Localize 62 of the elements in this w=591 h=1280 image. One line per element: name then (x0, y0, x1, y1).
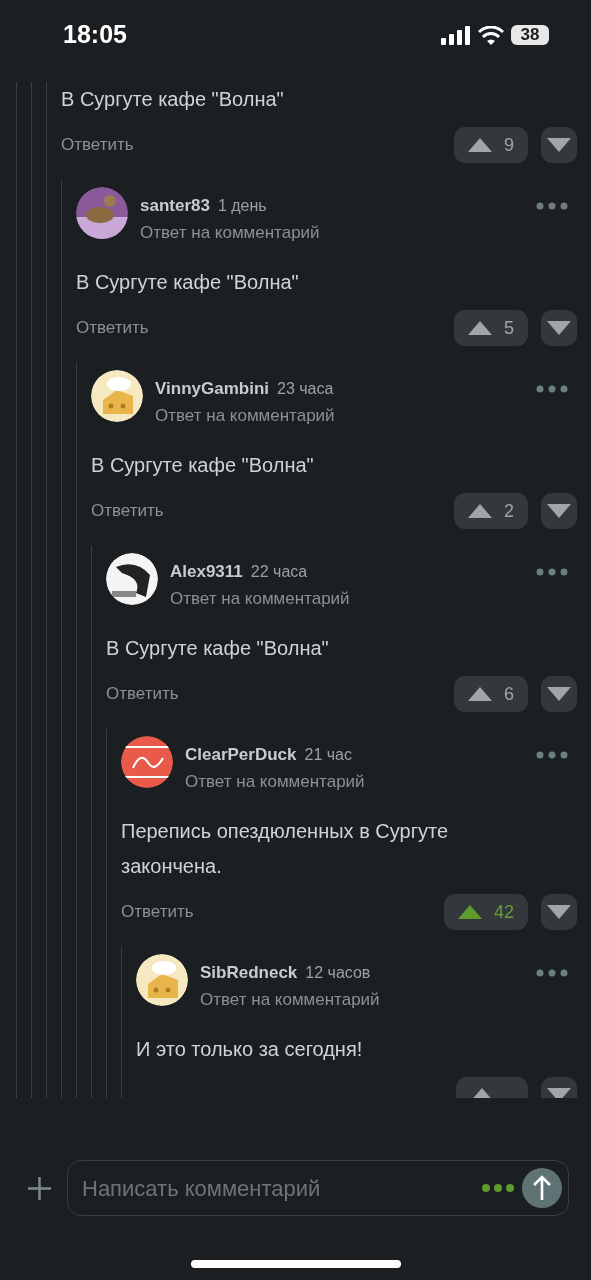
triangle-down-icon (547, 1088, 571, 1098)
downvote-button[interactable] (541, 676, 577, 712)
timestamp: 12 часов (305, 963, 371, 983)
username[interactable]: ClearPerDuck (185, 744, 297, 766)
downvote-button[interactable] (541, 127, 577, 163)
more-icon[interactable] (481, 1183, 515, 1193)
triangle-down-icon (547, 687, 571, 701)
comment-field[interactable]: Написать комментарий (82, 1171, 481, 1205)
triangle-down-icon (547, 905, 571, 919)
timestamp: 1 день (217, 196, 267, 216)
reply-link[interactable]: Ответить (121, 899, 194, 925)
upvote-button[interactable]: 9 (454, 127, 528, 163)
reply-label: Ответ на комментарий (200, 989, 381, 1011)
downvote-button[interactable] (541, 894, 577, 930)
reply-link[interactable]: Ответить (76, 315, 149, 341)
timestamp: 21 час (304, 745, 352, 765)
upvote-button[interactable]: 5 (454, 310, 528, 346)
triangle-up-icon (468, 687, 492, 701)
send-button[interactable] (522, 1168, 562, 1208)
timestamp: 22 часа (250, 562, 308, 582)
triangle-up-icon (468, 504, 492, 518)
reply-link[interactable]: Ответить (91, 498, 164, 524)
comment-text: В Сургуте кафе "Волна" (91, 453, 315, 478)
more-icon[interactable] (535, 968, 569, 978)
upvote-button[interactable]: 42 (443, 894, 528, 930)
comment-text: Перепись опездюленных в Сургуте закончена. (121, 819, 449, 879)
battery-level: 38 (511, 25, 549, 45)
reply-link[interactable]: Ответить (61, 132, 134, 158)
plus-icon[interactable] (27, 1175, 52, 1201)
more-icon[interactable] (535, 750, 569, 760)
arrow-up-icon (532, 1175, 552, 1201)
comment-text: В Сургуте кафе "Волна" (76, 270, 300, 295)
upvote-button[interactable]: 6 (454, 676, 528, 712)
reply-link[interactable]: Ответить (106, 681, 179, 707)
username[interactable]: SibRedneck (200, 962, 298, 984)
downvote-button[interactable] (541, 310, 577, 346)
reply-label: Ответ на комментарий (140, 222, 321, 244)
comment-text: В Сургуте кафе "Волна" (106, 636, 330, 661)
downvote-button[interactable] (541, 493, 577, 529)
comment-text: И это только за сегодня! (136, 1037, 364, 1062)
triangle-up-icon (468, 321, 492, 335)
upvote-button[interactable]: 2 (454, 493, 528, 529)
status-time: 18:05 (63, 19, 127, 51)
reply-label: Ответ на комментарий (185, 771, 366, 793)
more-icon[interactable] (535, 567, 569, 577)
timestamp: 23 часа (277, 379, 334, 399)
triangle-down-icon (547, 138, 571, 152)
signal-icon (441, 25, 471, 45)
wifi-icon (478, 25, 504, 45)
reply-label: Ответ на комментарий (155, 405, 336, 427)
triangle-up-icon (468, 138, 492, 152)
more-icon[interactable] (535, 201, 569, 211)
username[interactable]: santer83 (140, 195, 210, 217)
username[interactable]: Alex9311 (170, 561, 243, 583)
comment-text: В Сургуте кафе "Волна" (61, 87, 285, 112)
more-icon[interactable] (535, 384, 569, 394)
comment-input[interactable]: Написать комментарий (67, 1160, 569, 1216)
triangle-down-icon (547, 504, 571, 518)
triangle-up-icon (457, 905, 482, 919)
triangle-down-icon (547, 321, 571, 335)
username[interactable]: VinnyGambini (155, 378, 269, 400)
reply-label: Ответ на комментарий (170, 588, 351, 610)
